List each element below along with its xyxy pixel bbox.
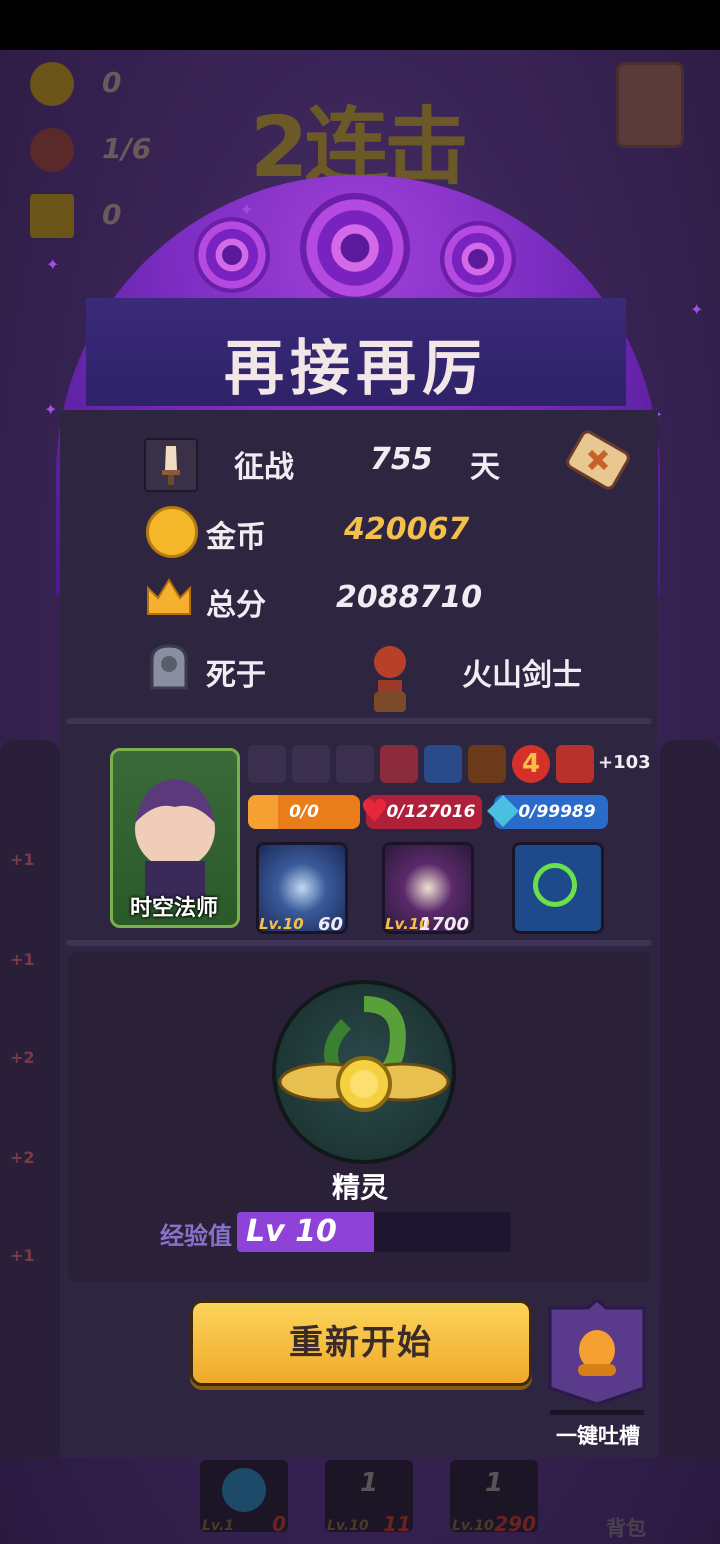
divider	[66, 718, 652, 724]
sparkle-icon: ✦	[46, 255, 60, 274]
right-enemy-column	[660, 740, 720, 1460]
scroll-map-icon[interactable]	[562, 424, 634, 496]
death-label: 死于	[206, 658, 266, 693]
killer-avatar	[364, 640, 416, 714]
divider	[66, 940, 652, 946]
sparkle-icon: ✦	[44, 400, 58, 419]
more-items-count[interactable]: +103	[598, 752, 651, 773]
target-icon	[194, 217, 270, 293]
campaign-days: 755	[370, 442, 433, 477]
score-label: 总分	[206, 588, 266, 623]
side-badge: +1	[10, 1246, 35, 1265]
shield-bar: 0/0	[248, 795, 360, 829]
gold-coin-icon	[146, 506, 198, 558]
crown-counter: 0	[30, 194, 121, 238]
sparkle-icon: ✦	[690, 300, 704, 319]
number-badge-icon: 4	[512, 745, 550, 783]
feedback-button[interactable]	[548, 1297, 646, 1406]
skill-vortex[interactable]: Lv.10 60	[256, 842, 348, 935]
gold-label: 金币	[206, 520, 266, 555]
sword-icon	[144, 438, 198, 492]
crown-icon	[146, 576, 192, 616]
side-badge: +2	[10, 1048, 35, 1067]
side-badge: +1	[10, 850, 35, 869]
skill-target[interactable]	[512, 842, 604, 934]
bottom-slot: 1 Lv.10 290	[450, 1460, 538, 1536]
target-icon	[300, 193, 410, 303]
side-badge: +1	[10, 950, 35, 969]
side-badge: +2	[10, 1148, 35, 1167]
score-value: 2088710	[336, 580, 483, 615]
crosshair-icon	[533, 863, 577, 907]
feedback-label: 一键吐槽	[556, 1424, 640, 1448]
spirit-level: Lv 10	[246, 1214, 337, 1249]
horse-item-icon	[248, 745, 286, 783]
bottom-slot: Lv.1 0	[200, 1460, 288, 1536]
left-enemy-column: +1 +1 +2 +2 +1	[0, 740, 60, 1460]
target-icon	[440, 221, 516, 297]
campaign-unit: 天	[470, 450, 500, 485]
feedback-divider	[550, 1410, 644, 1415]
fire-item-icon	[468, 745, 506, 783]
devil-icon	[30, 128, 74, 172]
crown-icon	[30, 194, 74, 238]
target-icon	[222, 1468, 266, 1512]
bottom-slot: 1 Lv.10 11	[325, 1460, 413, 1536]
backpack-label: 背包	[606, 1516, 646, 1540]
compass-item-icon	[292, 745, 330, 783]
sparkle-icon: ✦	[240, 200, 254, 219]
kill-counter: 1/6	[30, 128, 151, 172]
heart-item-icon	[380, 745, 418, 783]
tombstone-icon	[144, 642, 194, 690]
restart-button[interactable]: 重新开始	[190, 1300, 532, 1386]
campaign-label: 征战	[234, 450, 294, 485]
chest-icon	[616, 62, 684, 148]
hero-name: 时空法师	[129, 896, 218, 921]
skill-portal[interactable]: Lv.10 1700	[382, 842, 474, 935]
book-item-icon	[424, 745, 462, 783]
spirit-name: 精灵	[331, 1171, 388, 1204]
result-title: 再接再厉	[224, 334, 488, 404]
coin-icon	[30, 62, 74, 106]
armor-item-icon	[556, 745, 594, 783]
coin-counter: 0	[30, 62, 121, 106]
heart-icon: ♥	[360, 792, 389, 830]
gold-value: 420067	[344, 512, 470, 547]
killer-name: 火山剑士	[462, 658, 582, 693]
exp-label: 经验值	[160, 1222, 232, 1250]
status-bar	[0, 0, 720, 50]
spirit-icon	[272, 980, 456, 1164]
map-item-icon	[336, 745, 374, 783]
